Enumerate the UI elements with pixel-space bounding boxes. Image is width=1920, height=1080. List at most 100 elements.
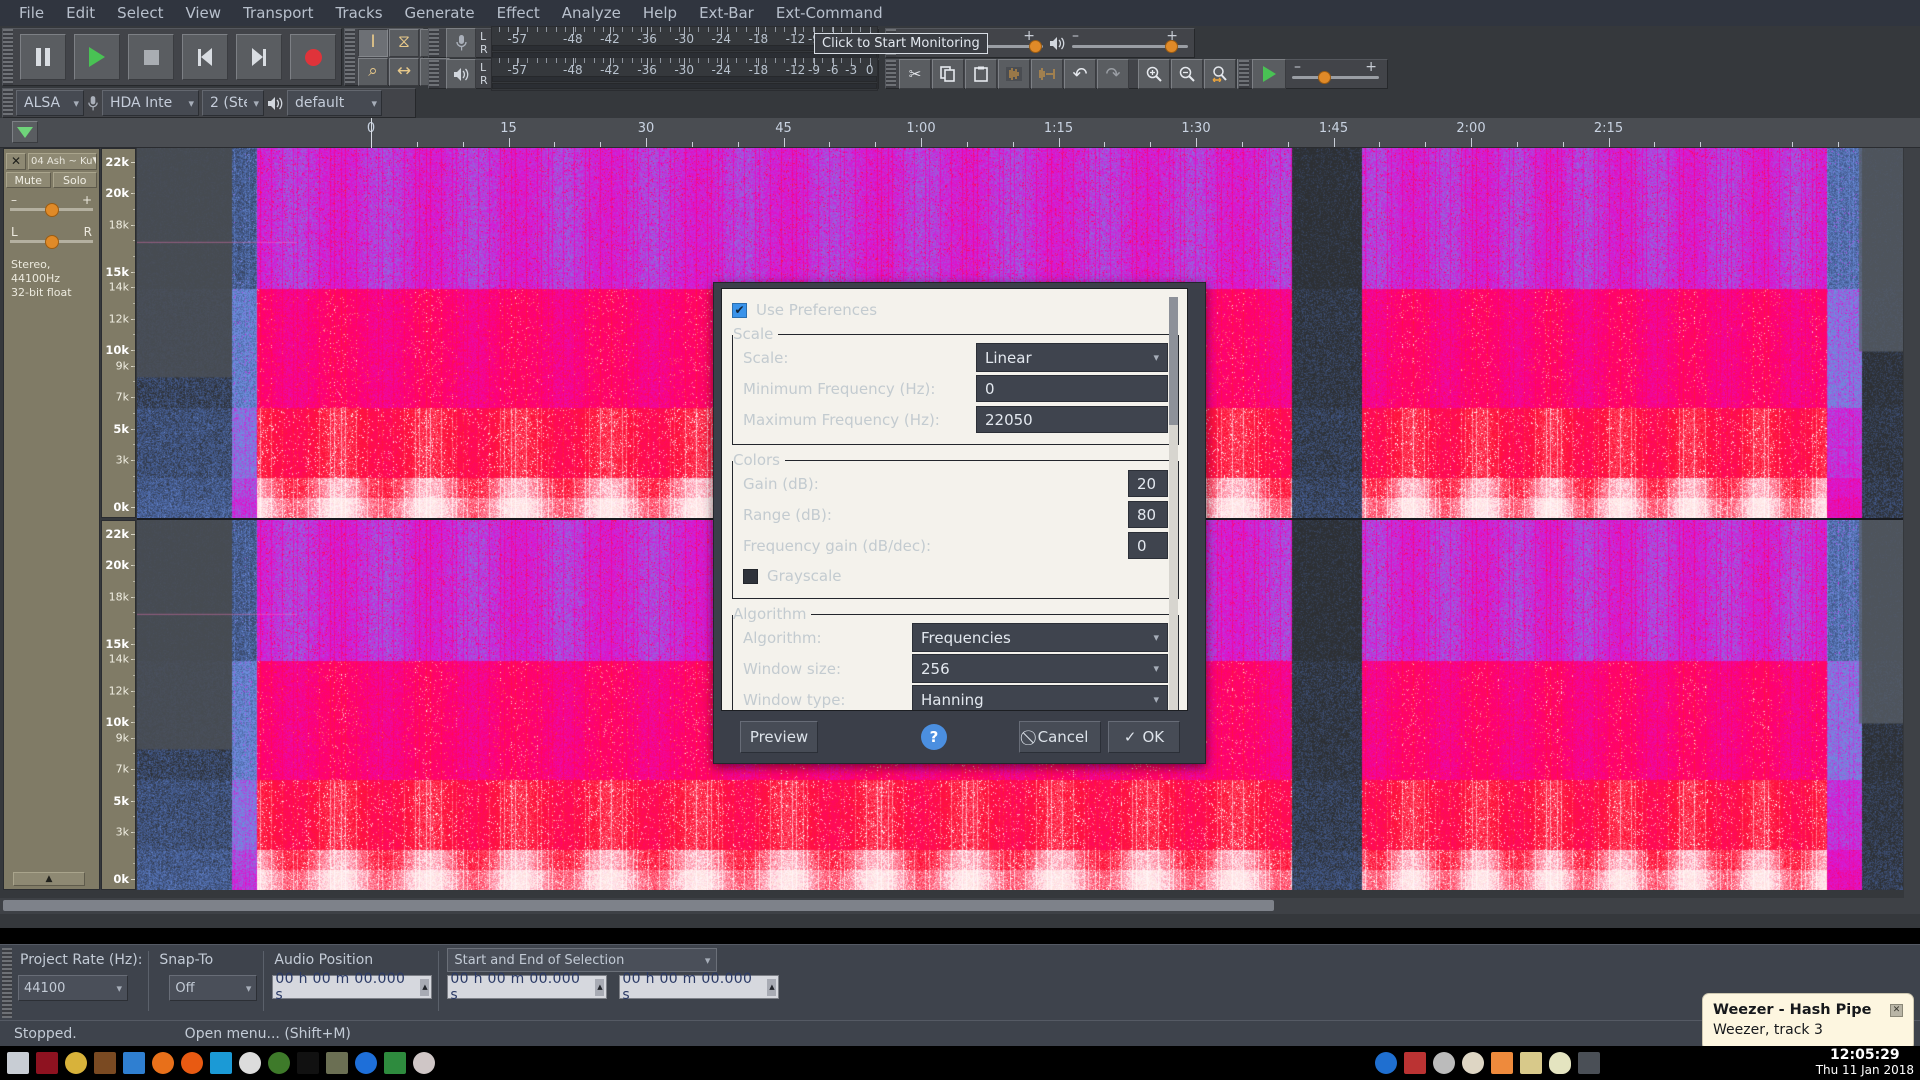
minimum-frequency-input[interactable]: 0 xyxy=(976,375,1168,402)
tray-audacious-icon[interactable] xyxy=(1433,1052,1455,1074)
ok-button[interactable]: ✓ OK xyxy=(1108,721,1180,753)
zoom-in-button[interactable] xyxy=(1138,59,1170,89)
preview-button[interactable]: Preview xyxy=(740,721,818,753)
trim-audio-button[interactable] xyxy=(998,59,1030,89)
zoom-out-button[interactable] xyxy=(1171,59,1203,89)
slider-thumb[interactable] xyxy=(1165,40,1178,53)
menu-item-generate[interactable]: Generate xyxy=(394,1,486,25)
skull-icon[interactable] xyxy=(297,1052,319,1074)
toolbar-grip[interactable] xyxy=(345,29,355,85)
qmmp-icon[interactable] xyxy=(413,1052,435,1074)
frequency-gain-input[interactable]: 0 xyxy=(1128,532,1168,559)
timeline-ruler[interactable]: 01530451:001:151:301:452:002:15 xyxy=(0,118,1920,148)
menu-item-help[interactable]: Help xyxy=(632,1,688,25)
qbittorrent-icon[interactable] xyxy=(355,1052,377,1074)
solo-button[interactable]: Solo xyxy=(52,172,97,188)
tray-bulb-icon[interactable] xyxy=(1549,1052,1571,1074)
window-size-select[interactable]: 256 ▾ xyxy=(912,654,1168,683)
gimp-icon[interactable] xyxy=(94,1052,116,1074)
silence-audio-button[interactable] xyxy=(1031,59,1063,89)
cancel-button[interactable]: ⃠Cancel xyxy=(1019,721,1101,753)
close-track-button[interactable]: ✕ xyxy=(6,152,26,170)
paste-button[interactable] xyxy=(965,59,997,89)
play-at-speed-button[interactable] xyxy=(1252,59,1286,89)
playback-speed-slider[interactable]: – + xyxy=(1292,59,1379,89)
frequency-ruler-right-channel[interactable]: 22k 20k 18k 15k 14k 12k 10k 9k 7k 5k 3k 0k xyxy=(101,520,136,890)
editor-icon[interactable] xyxy=(210,1052,232,1074)
file-manager-icon[interactable] xyxy=(123,1052,145,1074)
snap-to-select[interactable]: Off ▾ xyxy=(169,975,258,1001)
menu-item-file[interactable]: File xyxy=(8,1,55,25)
menu-item-edit[interactable]: Edit xyxy=(55,1,106,25)
range-input[interactable]: 80 xyxy=(1128,501,1168,528)
envelope-tool-button[interactable]: ⧖ xyxy=(389,28,419,57)
zoom-tool-button[interactable]: ⌕ xyxy=(358,57,388,86)
toolbar-grip[interactable] xyxy=(3,29,13,85)
toolbar-grip[interactable] xyxy=(3,89,13,117)
tray-melon-icon[interactable] xyxy=(1491,1052,1513,1074)
pinned-play-head-button[interactable] xyxy=(12,121,38,143)
tray-alarm-icon[interactable] xyxy=(1404,1052,1426,1074)
stop-button[interactable] xyxy=(128,34,174,80)
menu-item-select[interactable]: Select xyxy=(106,1,174,25)
scale-select[interactable]: Linear ▾ xyxy=(976,343,1168,372)
toolbar-grip[interactable] xyxy=(2,948,12,1018)
track-resize-handle[interactable]: ▲ xyxy=(13,872,85,886)
toolbar-grip[interactable] xyxy=(429,29,439,57)
music-note-icon[interactable] xyxy=(384,1052,406,1074)
toolbar-grip[interactable] xyxy=(1239,60,1249,88)
fit-selection-button[interactable] xyxy=(1204,59,1236,89)
spectrogram-settings-dialog[interactable]: ✔ Use Preferences Scale Scale: Linear ▾ xyxy=(713,282,1206,764)
photos-icon[interactable] xyxy=(326,1052,348,1074)
media-player-icon[interactable] xyxy=(268,1052,290,1074)
skip-to-start-button[interactable] xyxy=(182,34,228,80)
close-icon[interactable]: ✕ xyxy=(1890,1003,1903,1017)
grayscale-checkbox[interactable] xyxy=(743,568,758,584)
record-meter-button[interactable] xyxy=(446,28,476,58)
menu-item-ext-bar[interactable]: Ext-Bar xyxy=(688,1,765,25)
slider-thumb[interactable] xyxy=(44,203,59,217)
time-shift-tool-button[interactable]: ↔ xyxy=(389,57,419,86)
menu-item-analyze[interactable]: Analyze xyxy=(551,1,632,25)
audacity-icon[interactable] xyxy=(239,1052,261,1074)
teapot-icon[interactable] xyxy=(65,1052,87,1074)
copy-button[interactable] xyxy=(932,59,964,89)
dialog-scrollbar[interactable] xyxy=(1169,297,1178,710)
toolbar-grip[interactable] xyxy=(886,60,896,88)
play-meter-button[interactable] xyxy=(446,59,476,89)
use-preferences-row[interactable]: ✔ Use Preferences xyxy=(732,297,1179,323)
video-editor-icon[interactable] xyxy=(36,1052,58,1074)
track-gain-slider[interactable]: – + xyxy=(10,193,93,217)
track-control-panel[interactable]: ✕ 04 Ash ~ Ku ▼ Mute Solo – + L R Stereo… xyxy=(3,148,100,890)
slider-thumb[interactable] xyxy=(1029,40,1042,53)
recording-channels-select[interactable]: 2 (Ste ▾ xyxy=(202,90,264,116)
playback-device-select[interactable]: default ▾ xyxy=(287,90,382,116)
system-clock[interactable]: 12:05:29 Thu 11 Jan 2018 xyxy=(1816,1048,1914,1078)
play-button[interactable] xyxy=(74,34,120,80)
selection-start-field[interactable]: 00 h 00 m 00.000 s ▲ xyxy=(447,971,608,1003)
menu-item-tracks[interactable]: Tracks xyxy=(324,1,393,25)
spinner-icon[interactable]: ▲ xyxy=(420,978,430,996)
tray-qbittorrent-icon[interactable] xyxy=(1375,1052,1397,1074)
spinner-icon[interactable]: ▲ xyxy=(595,978,605,996)
media-notification-popup[interactable]: Weezer - Hash Pipe ✕ Weezer, track 3 xyxy=(1702,993,1914,1051)
audio-position-field[interactable]: 00 h 00 m 00.000 s ▲ xyxy=(272,971,433,1003)
track-name-dropdown[interactable]: 04 Ash ~ Ku ▼ xyxy=(28,152,97,170)
firefox-icon[interactable] xyxy=(152,1052,174,1074)
horizontal-scrollbar[interactable] xyxy=(0,898,1920,914)
scrollbar-thumb[interactable] xyxy=(1169,297,1178,425)
tray-bowl-icon[interactable] xyxy=(1462,1052,1484,1074)
playback-meter-toolbar[interactable]: LR -57 -48 -42 -36 -30 -24 -18 -12 -9 -6 -3 0 xyxy=(428,57,879,91)
selection-tool-button[interactable]: I xyxy=(358,28,388,57)
record-button[interactable] xyxy=(290,34,336,80)
tray-printer-icon[interactable] xyxy=(1578,1052,1600,1074)
tray-clipboard-icon[interactable] xyxy=(1520,1052,1542,1074)
maximum-frequency-input[interactable]: 22050 xyxy=(976,406,1168,433)
undo-button[interactable]: ↶ xyxy=(1064,59,1096,89)
slider-thumb[interactable] xyxy=(44,235,59,249)
vertical-scrollbar[interactable] xyxy=(1904,148,1920,914)
grayscale-row[interactable]: Grayscale xyxy=(743,563,1168,589)
audio-host-select[interactable]: ALSA ▾ xyxy=(16,90,84,116)
menu-item-view[interactable]: View xyxy=(174,1,232,25)
toolbar-grip[interactable] xyxy=(429,60,439,88)
